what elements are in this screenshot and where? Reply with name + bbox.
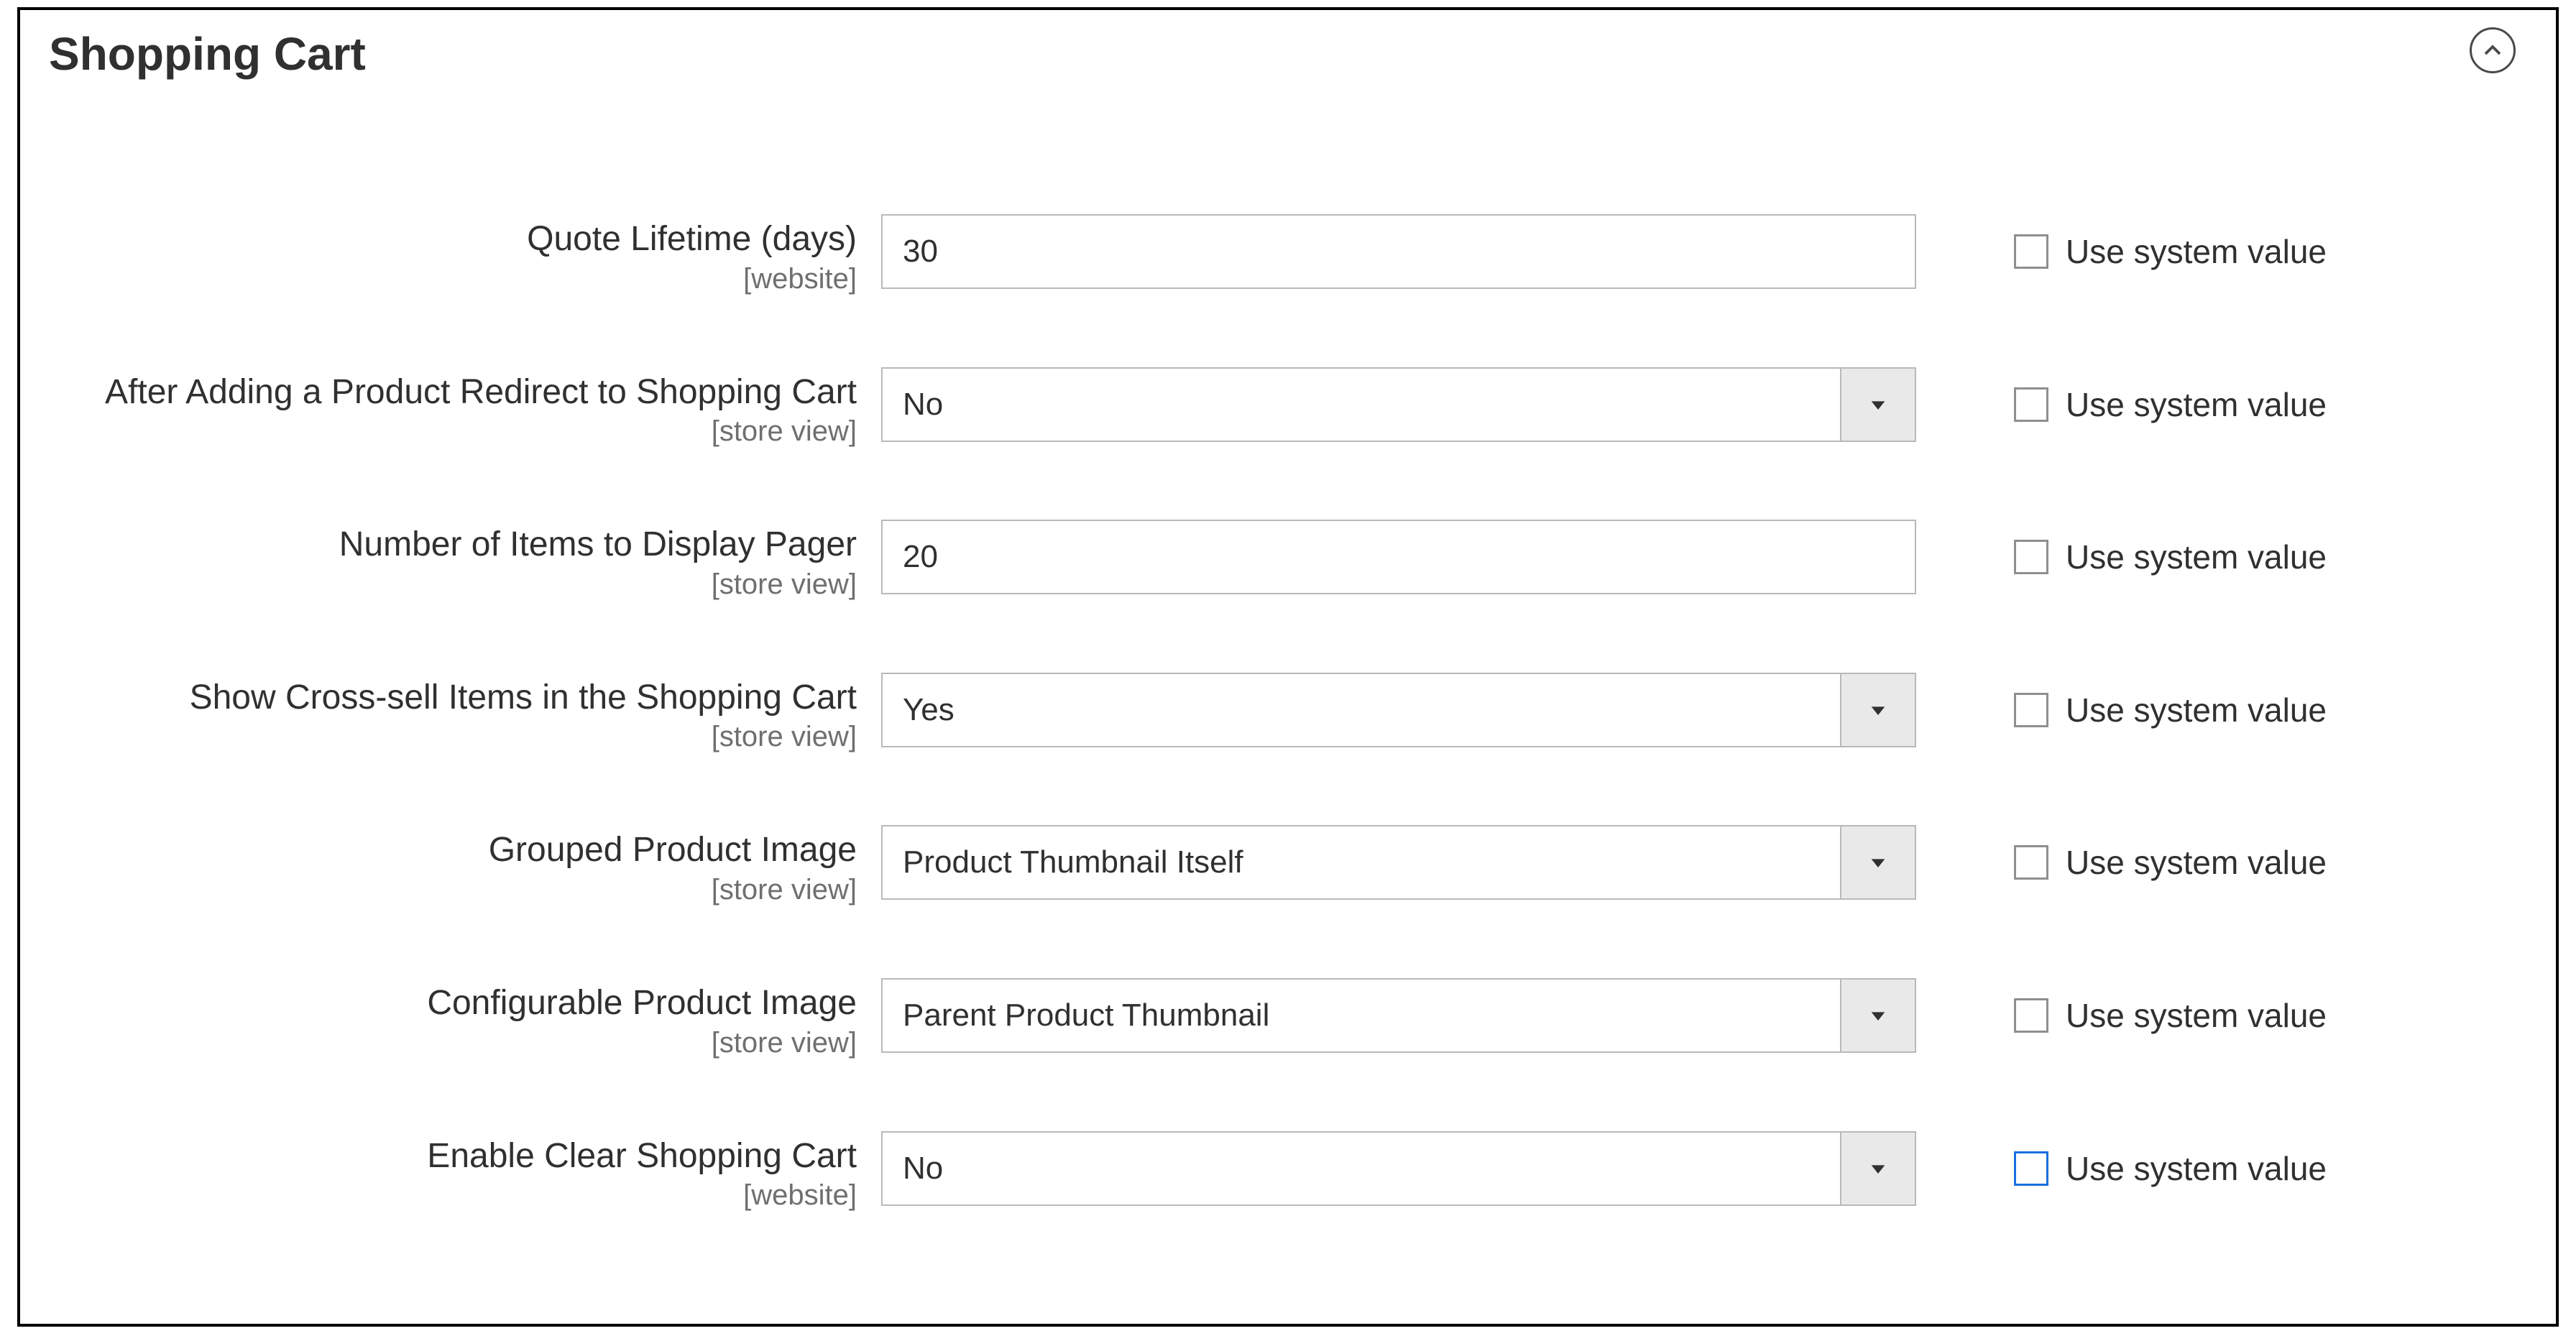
row-cross-sell: Show Cross-sell Items in the Shopping Ca… bbox=[20, 673, 2556, 754]
chevron-up-icon bbox=[2482, 40, 2503, 61]
select-value: No bbox=[883, 369, 1840, 441]
caret-down-icon bbox=[1868, 1158, 1888, 1179]
clear-cart-select[interactable]: No bbox=[881, 1131, 1916, 1206]
field-label: Number of Items to Display Pager bbox=[49, 524, 857, 566]
select-arrow bbox=[1840, 674, 1915, 746]
label-cell: Grouped Product Image [store view] bbox=[49, 825, 861, 906]
use-system-value-quote-lifetime[interactable]: Use system value bbox=[2014, 214, 2576, 289]
cross-sell-select[interactable]: Yes bbox=[881, 673, 1916, 747]
grouped-image-select[interactable]: Product Thumbnail Itself bbox=[881, 825, 1916, 900]
select-value: Parent Product Thumbnail bbox=[883, 980, 1840, 1051]
use-system-value-grouped-image[interactable]: Use system value bbox=[2014, 825, 2576, 900]
use-system-value-configurable-image[interactable]: Use system value bbox=[2014, 978, 2576, 1053]
row-grouped-image: Grouped Product Image [store view] Produ… bbox=[20, 825, 2556, 906]
use-system-value-cross-sell[interactable]: Use system value bbox=[2014, 673, 2576, 747]
field-label: Quote Lifetime (days) bbox=[49, 218, 857, 260]
checkbox-icon bbox=[2014, 387, 2048, 422]
quote-lifetime-input[interactable] bbox=[881, 214, 1916, 289]
field-label: Show Cross-sell Items in the Shopping Ca… bbox=[49, 677, 857, 719]
row-pager-items: Number of Items to Display Pager [store … bbox=[20, 520, 2556, 601]
checkbox-icon bbox=[2014, 234, 2048, 269]
row-clear-cart: Enable Clear Shopping Cart [website] No … bbox=[20, 1131, 2556, 1212]
scope-label: [store view] bbox=[49, 1027, 857, 1059]
pager-items-input[interactable] bbox=[881, 520, 1916, 594]
control-cell bbox=[881, 214, 1916, 289]
section-title: Shopping Cart bbox=[49, 28, 366, 80]
select-arrow bbox=[1840, 369, 1915, 441]
caret-down-icon bbox=[1868, 700, 1888, 720]
select-arrow bbox=[1840, 826, 1915, 898]
label-cell: Number of Items to Display Pager [store … bbox=[49, 520, 861, 601]
scope-label: [store view] bbox=[49, 415, 857, 448]
control-cell: Parent Product Thumbnail bbox=[881, 978, 1916, 1053]
fields-container: Quote Lifetime (days) [website] Use syst… bbox=[20, 128, 2556, 1212]
field-label: Enable Clear Shopping Cart bbox=[49, 1135, 857, 1177]
row-configurable-image: Configurable Product Image [store view] … bbox=[20, 978, 2556, 1059]
redirect-to-cart-select[interactable]: No bbox=[881, 367, 1916, 442]
use-system-value-redirect-to-cart[interactable]: Use system value bbox=[2014, 367, 2576, 442]
control-cell bbox=[881, 520, 1916, 594]
label-cell: Enable Clear Shopping Cart [website] bbox=[49, 1131, 861, 1212]
use-system-value-label: Use system value bbox=[2066, 996, 2327, 1035]
select-value: Product Thumbnail Itself bbox=[883, 826, 1840, 898]
use-system-value-label: Use system value bbox=[2066, 538, 2327, 576]
checkbox-icon bbox=[2014, 1151, 2048, 1186]
select-value: Yes bbox=[883, 674, 1840, 746]
scope-label: [store view] bbox=[49, 874, 857, 906]
checkbox-icon bbox=[2014, 998, 2048, 1033]
field-label: Grouped Product Image bbox=[49, 829, 857, 871]
use-system-value-clear-cart[interactable]: Use system value bbox=[2014, 1131, 2576, 1206]
control-cell: No bbox=[881, 1131, 1916, 1206]
section-header: Shopping Cart bbox=[20, 10, 2556, 128]
use-system-value-pager-items[interactable]: Use system value bbox=[2014, 520, 2576, 594]
caret-down-icon bbox=[1868, 395, 1888, 415]
field-label: After Adding a Product Redirect to Shopp… bbox=[49, 372, 857, 413]
scope-label: [store view] bbox=[49, 568, 857, 601]
configurable-image-select[interactable]: Parent Product Thumbnail bbox=[881, 978, 1916, 1053]
control-cell: Yes bbox=[881, 673, 1916, 747]
label-cell: Show Cross-sell Items in the Shopping Ca… bbox=[49, 673, 861, 754]
use-system-value-label: Use system value bbox=[2066, 843, 2327, 882]
row-quote-lifetime: Quote Lifetime (days) [website] Use syst… bbox=[20, 214, 2556, 295]
use-system-value-label: Use system value bbox=[2066, 1149, 2327, 1188]
config-section-panel: Shopping Cart Quote Lifetime (days) [web… bbox=[17, 7, 2559, 1327]
control-cell: No bbox=[881, 367, 1916, 442]
field-label: Configurable Product Image bbox=[49, 982, 857, 1024]
select-arrow bbox=[1840, 980, 1915, 1051]
checkbox-icon bbox=[2014, 845, 2048, 880]
checkbox-icon bbox=[2014, 693, 2048, 727]
label-cell: Configurable Product Image [store view] bbox=[49, 978, 861, 1059]
label-cell: Quote Lifetime (days) [website] bbox=[49, 214, 861, 295]
scope-label: [store view] bbox=[49, 721, 857, 753]
caret-down-icon bbox=[1868, 852, 1888, 872]
caret-down-icon bbox=[1868, 1005, 1888, 1026]
use-system-value-label: Use system value bbox=[2066, 232, 2327, 271]
row-redirect-to-cart: After Adding a Product Redirect to Shopp… bbox=[20, 367, 2556, 448]
scope-label: [website] bbox=[49, 1179, 857, 1212]
select-value: No bbox=[883, 1133, 1840, 1204]
collapse-toggle[interactable] bbox=[2470, 27, 2516, 73]
label-cell: After Adding a Product Redirect to Shopp… bbox=[49, 367, 861, 448]
select-arrow bbox=[1840, 1133, 1915, 1204]
use-system-value-label: Use system value bbox=[2066, 691, 2327, 729]
scope-label: [website] bbox=[49, 263, 857, 295]
control-cell: Product Thumbnail Itself bbox=[881, 825, 1916, 900]
checkbox-icon bbox=[2014, 540, 2048, 574]
use-system-value-label: Use system value bbox=[2066, 385, 2327, 424]
